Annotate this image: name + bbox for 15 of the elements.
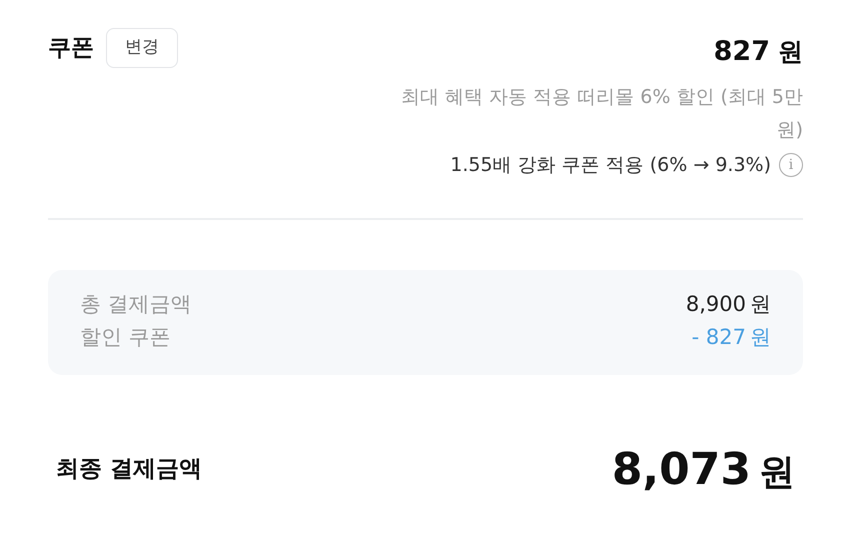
summary-label: 할인 쿠폰 (80, 324, 171, 352)
currency-unit: 원 (778, 36, 803, 68)
currency-unit: 원 (750, 324, 771, 352)
change-button[interactable]: 변경 (106, 28, 178, 68)
summary-label: 총 결제금액 (80, 290, 192, 318)
final-label: 최종 결제금액 (56, 455, 202, 484)
coupon-title: 쿠폰 (48, 34, 94, 62)
coupon-amount: 827 (714, 35, 770, 69)
currency-unit: 원 (759, 450, 795, 495)
summary-amount: 8,900 (686, 290, 746, 318)
final-amount: 8,073 (612, 442, 751, 497)
boost-text: 1.55배 강화 쿠폰 적용 (6% → 9.3%) (450, 153, 771, 178)
currency-unit: 원 (750, 290, 771, 318)
coupon-note: 최대 혜택 자동 적용 떠리몰 6% 할인 (최대 5만 원) (400, 84, 803, 143)
summary-amount: - 827 (692, 324, 746, 352)
